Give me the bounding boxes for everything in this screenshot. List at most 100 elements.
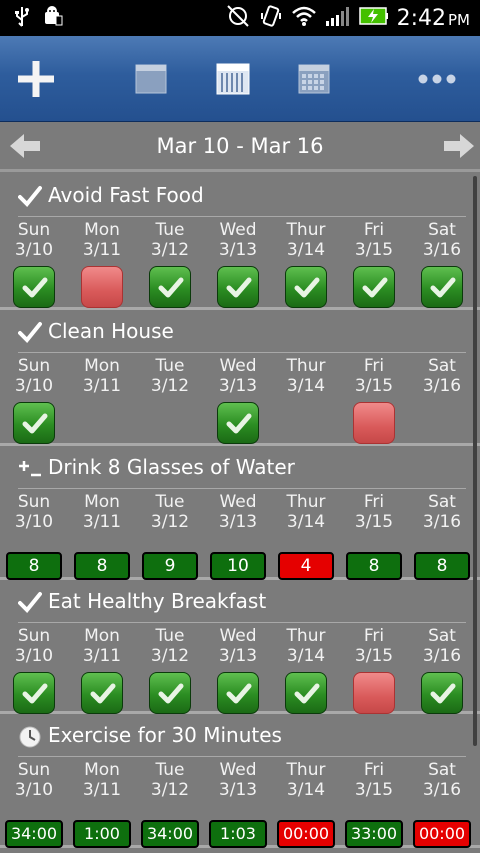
completed-checkbox[interactable] [149, 672, 191, 714]
day-cell[interactable]: 34:00 [136, 820, 204, 848]
completed-checkbox[interactable] [421, 672, 463, 714]
missed-checkbox[interactable] [81, 266, 123, 308]
day-cell[interactable]: 00:00 [272, 820, 340, 848]
day-cell[interactable] [136, 266, 204, 308]
day-date: 3/15 [354, 780, 394, 800]
day-cell[interactable]: 8 [68, 552, 136, 580]
habit-card[interactable]: Exercise for 30 Minutes Sun 3/10 Mon 3/11 Tue… [0, 714, 480, 848]
missed-checkbox[interactable] [353, 672, 395, 714]
day-cell[interactable] [408, 266, 476, 308]
day-name: Sun [17, 492, 51, 512]
week-range-label: Mar 10 - Mar 16 [156, 134, 324, 158]
empty-checkbox[interactable] [149, 402, 191, 444]
count-value[interactable]: 1:00 [73, 820, 131, 848]
habit-title[interactable]: Drink 8 Glasses of Water [0, 446, 480, 488]
habit-title[interactable]: Avoid Fast Food [0, 174, 480, 216]
habit-card[interactable]: Clean House Sun 3/10 Mon 3/11 Tue 3/12 Wed 3/13 T… [0, 310, 480, 446]
count-value[interactable]: 34:00 [5, 820, 63, 848]
day-cell[interactable] [0, 402, 68, 444]
empty-checkbox[interactable] [285, 402, 327, 444]
divider [18, 352, 466, 353]
day-cell[interactable] [0, 672, 68, 714]
day-cell[interactable] [272, 402, 340, 444]
count-value[interactable]: 4 [278, 552, 334, 580]
day-cell[interactable] [68, 266, 136, 308]
completed-checkbox[interactable] [353, 266, 395, 308]
day-name: Fri [363, 356, 385, 376]
habit-title[interactable]: Exercise for 30 Minutes [0, 714, 480, 756]
scrollbar[interactable] [473, 176, 477, 746]
count-value[interactable]: 33:00 [345, 820, 403, 848]
count-value[interactable]: 8 [6, 552, 62, 580]
count-value[interactable]: 10 [210, 552, 266, 580]
day-cell[interactable] [340, 266, 408, 308]
next-week-button[interactable] [442, 132, 476, 160]
count-value[interactable]: 8 [346, 552, 402, 580]
day-cell[interactable] [340, 402, 408, 444]
habit-list: Avoid Fast Food Sun 3/10 Mon 3/11 Tue 3/12 Wed 3… [0, 174, 480, 848]
habit-card[interactable]: Avoid Fast Food Sun 3/10 Mon 3/11 Tue 3/12 Wed 3… [0, 174, 480, 310]
overflow-menu-button[interactable] [406, 36, 468, 122]
day-cell[interactable] [204, 672, 272, 714]
day-date: 3/16 [422, 240, 462, 260]
day-cell[interactable] [136, 672, 204, 714]
day-cell[interactable]: 4 [272, 552, 340, 580]
day-name: Fri [363, 760, 385, 780]
completed-checkbox[interactable] [13, 402, 55, 444]
count-value[interactable]: 8 [414, 552, 470, 580]
count-value[interactable]: 00:00 [277, 820, 335, 848]
completed-checkbox[interactable] [217, 672, 259, 714]
habit-title[interactable]: Eat Healthy Breakfast [0, 580, 480, 622]
day-cell[interactable] [0, 266, 68, 308]
day-cell[interactable]: 8 [0, 552, 68, 580]
day-cell[interactable]: 10 [204, 552, 272, 580]
day-name: Thur [286, 760, 326, 780]
count-value[interactable]: 9 [142, 552, 198, 580]
missed-checkbox[interactable] [353, 402, 395, 444]
day-cell[interactable]: 1:03 [204, 820, 272, 848]
day-cell[interactable] [340, 672, 408, 714]
habit-title[interactable]: Clean House [0, 310, 480, 352]
day-cell[interactable] [408, 402, 476, 444]
completed-checkbox[interactable] [285, 266, 327, 308]
day-cell[interactable]: 00:00 [408, 820, 476, 848]
count-value[interactable]: 8 [74, 552, 130, 580]
completed-checkbox[interactable] [149, 266, 191, 308]
completed-checkbox[interactable] [13, 266, 55, 308]
completed-checkbox[interactable] [81, 672, 123, 714]
day-cell[interactable] [68, 402, 136, 444]
day-cell[interactable]: 9 [136, 552, 204, 580]
day-cell[interactable] [272, 266, 340, 308]
completed-checkbox[interactable] [217, 402, 259, 444]
add-habit-button[interactable] [0, 36, 72, 122]
day-cell[interactable]: 8 [408, 552, 476, 580]
month-view-button[interactable] [290, 36, 338, 122]
day-cell[interactable]: 1:00 [68, 820, 136, 848]
day-cell[interactable] [408, 672, 476, 714]
habit-card[interactable]: Drink 8 Glasses of Water Sun 3/10 Mon 3/11 Tu… [0, 446, 480, 580]
empty-checkbox[interactable] [81, 402, 123, 444]
day-cell[interactable]: 34:00 [0, 820, 68, 848]
day-name: Wed [219, 356, 257, 376]
habit-card[interactable]: Eat Healthy Breakfast Sun 3/10 Mon 3/11 Tue 3/… [0, 580, 480, 714]
day-cell[interactable] [272, 672, 340, 714]
day-cell[interactable] [204, 266, 272, 308]
count-value[interactable]: 34:00 [141, 820, 199, 848]
day-header: Mon 3/11 [68, 356, 136, 396]
count-value[interactable]: 00:00 [413, 820, 471, 848]
day-header-row: Sun 3/10 Mon 3/11 Tue 3/12 Wed 3/13 Thur 3/14 Fri 3… [0, 488, 476, 532]
day-cells-row [0, 260, 476, 308]
day-cell[interactable]: 33:00 [340, 820, 408, 848]
day-cell[interactable] [68, 672, 136, 714]
completed-checkbox[interactable] [13, 672, 55, 714]
day-cell[interactable]: 8 [340, 552, 408, 580]
completed-checkbox[interactable] [285, 672, 327, 714]
empty-checkbox[interactable] [421, 402, 463, 444]
day-cell[interactable] [204, 402, 272, 444]
day-cell[interactable] [136, 402, 204, 444]
completed-checkbox[interactable] [217, 266, 259, 308]
day-view-button[interactable] [128, 36, 174, 122]
week-view-button[interactable] [208, 36, 258, 122]
count-value[interactable]: 1:03 [209, 820, 267, 848]
completed-checkbox[interactable] [421, 266, 463, 308]
